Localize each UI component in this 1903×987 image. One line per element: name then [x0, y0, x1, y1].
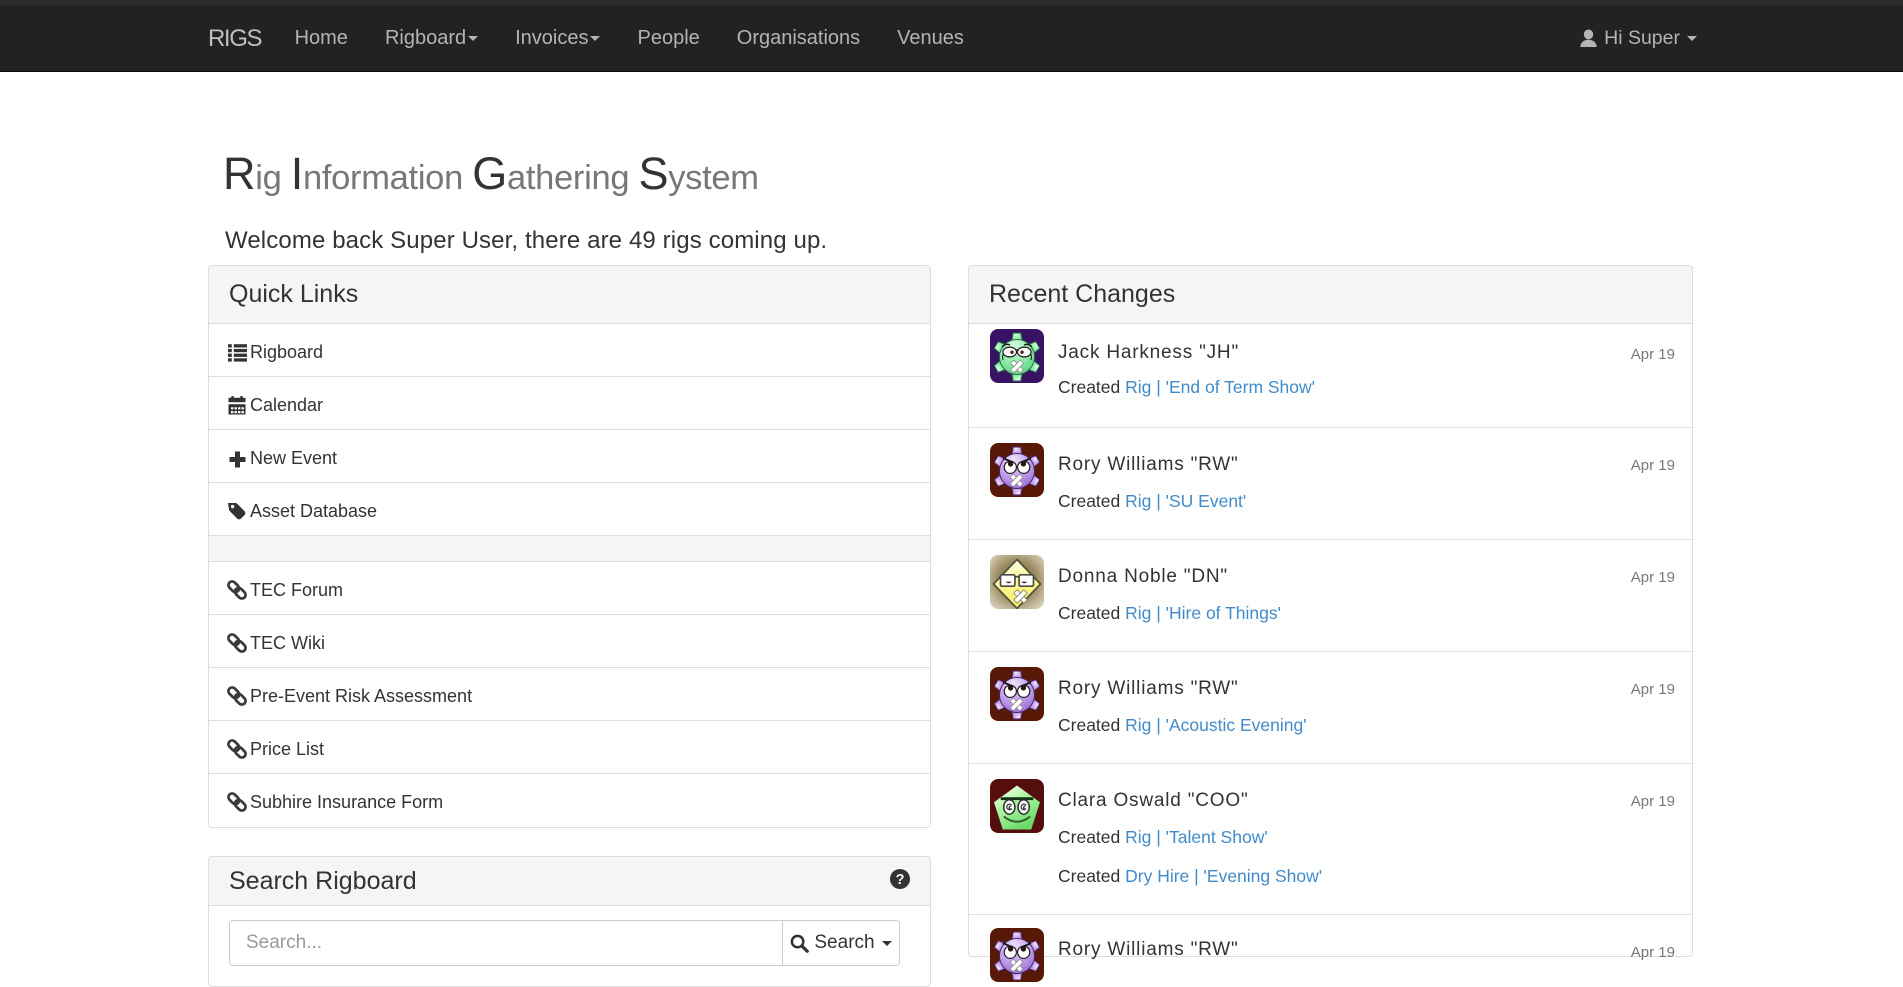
svg-text:?: ? [896, 872, 905, 888]
